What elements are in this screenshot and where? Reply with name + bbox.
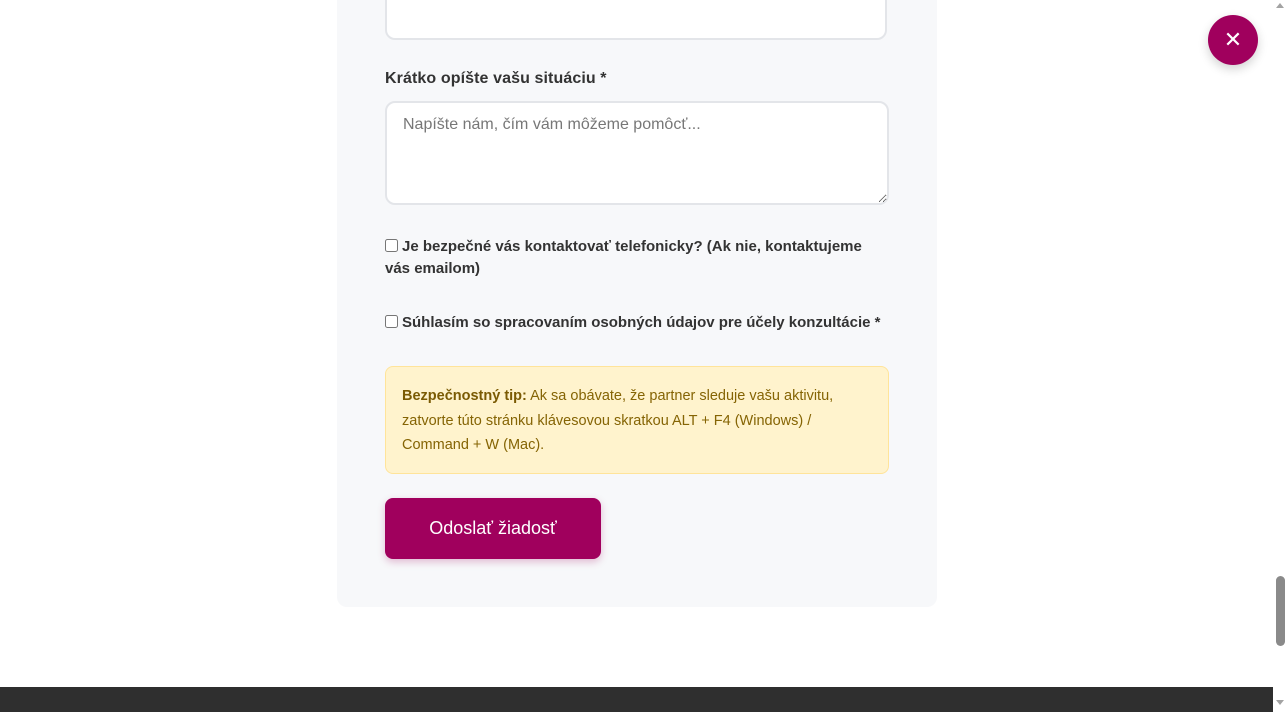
scroll-down-arrow-icon[interactable] xyxy=(1276,700,1284,705)
scroll-up-arrow-icon[interactable] xyxy=(1276,3,1284,8)
safety-tip-box: Bezpečnostný tip: Ak sa obávate, že part… xyxy=(385,366,889,474)
page-scrollbar[interactable] xyxy=(1273,0,1288,712)
situation-label: Krátko opíšte vašu situáciu * xyxy=(385,70,607,87)
phone-contact-option: Je bezpečné vás kontaktovať telefonicky?… xyxy=(385,236,885,280)
page: Krátko opíšte vašu situáciu * Je bezpečn… xyxy=(0,0,1288,712)
close-icon: ✕ xyxy=(1223,27,1243,52)
safety-tip-title: Bezpečnostný tip: xyxy=(402,388,527,404)
phone-contact-label: Je bezpečné vás kontaktovať telefonicky?… xyxy=(385,238,862,277)
quick-exit-button[interactable]: ✕ xyxy=(1208,15,1258,65)
scrollbar-thumb[interactable] xyxy=(1276,576,1285,646)
consent-option: Súhlasím so spracovaním osobných údajov … xyxy=(385,312,885,334)
previous-form-field[interactable] xyxy=(385,0,887,40)
site-footer xyxy=(0,687,1273,712)
consent-checkbox[interactable] xyxy=(385,315,398,328)
situation-textarea[interactable] xyxy=(385,101,889,205)
submit-request-button[interactable]: Odoslať žiadosť xyxy=(385,498,601,559)
consent-label: Súhlasím so spracovaním osobných údajov … xyxy=(402,314,881,331)
phone-contact-checkbox[interactable] xyxy=(385,239,398,252)
